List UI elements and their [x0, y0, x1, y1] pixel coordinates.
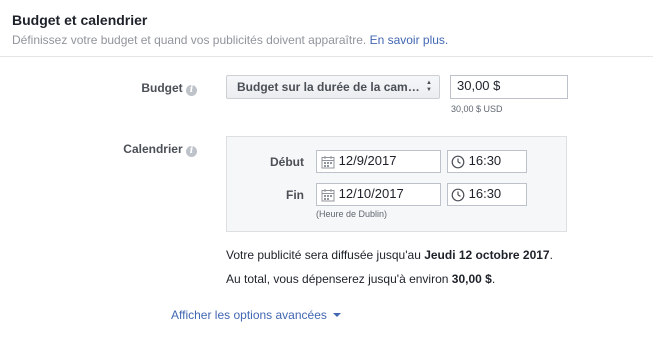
clock-icon	[451, 155, 465, 168]
schedule-label-group: Calendrier i	[107, 142, 197, 157]
start-time-input[interactable]: 16:30	[447, 150, 527, 173]
budget-amount-note: 30,00 $ USD	[451, 104, 503, 114]
summary-line2-suffix: .	[491, 272, 496, 286]
end-label: Fin	[286, 188, 304, 202]
end-date-input[interactable]: 12/10/2017	[316, 183, 441, 206]
summary-line2-amount: 30,00 $	[451, 272, 492, 286]
summary-line2-prefix: Au total, vous dépenserez jusqu'à enviro…	[226, 272, 452, 286]
summary-line1-prefix: Votre publicité sera diffusée jusqu'au	[226, 248, 425, 262]
clock-icon	[451, 188, 465, 201]
calendar-icon	[321, 188, 335, 202]
section-divider	[0, 56, 653, 57]
advanced-options-label: Afficher les options avancées	[171, 308, 327, 322]
calendar-icon	[321, 155, 335, 169]
end-date-value: 12/10/2017	[338, 186, 404, 201]
budget-label-group: Budget i	[107, 81, 197, 96]
start-date-value: 12/9/2017	[338, 153, 397, 168]
summary-line1-date: Jeudi 12 octobre 2017	[424, 248, 550, 262]
start-time-value: 16:30	[468, 153, 502, 168]
budget-type-select[interactable]: Budget sur la durée de la cam… ▲ ▼	[226, 75, 440, 99]
summary-line1-suffix: .	[549, 248, 553, 262]
section-subtitle: Définissez votre budget et quand vos pub…	[12, 33, 448, 47]
end-time-input[interactable]: 16:30	[447, 183, 527, 206]
help-icon[interactable]: i	[186, 85, 197, 96]
chevron-down-icon	[333, 313, 342, 317]
learn-more-link[interactable]: En savoir plus.	[370, 33, 449, 47]
budget-amount-value: 30,00 $	[457, 78, 501, 93]
schedule-label: Calendrier	[123, 142, 183, 156]
start-label: Début	[270, 155, 304, 169]
timezone-note: (Heure de Dublin)	[316, 209, 388, 219]
help-icon[interactable]: i	[186, 146, 197, 157]
summary-end-date: Votre publicité sera diffusée jusqu'au J…	[226, 248, 553, 262]
section-subtitle-text: Définissez votre budget et quand vos pub…	[12, 33, 367, 47]
budget-amount-input[interactable]: 30,00 $	[450, 75, 568, 99]
select-caret-icon: ▲ ▼	[426, 80, 432, 93]
advanced-options-link[interactable]: Afficher les options avancées	[171, 308, 342, 322]
start-date-input[interactable]: 12/9/2017	[316, 150, 441, 173]
summary-total-spend: Au total, vous dépenserez jusqu'à enviro…	[226, 272, 495, 286]
budget-type-value: Budget sur la durée de la cam…	[237, 80, 420, 94]
budget-label: Budget	[141, 81, 183, 95]
end-time-value: 16:30	[468, 186, 502, 201]
section-title: Budget et calendrier	[12, 12, 148, 28]
